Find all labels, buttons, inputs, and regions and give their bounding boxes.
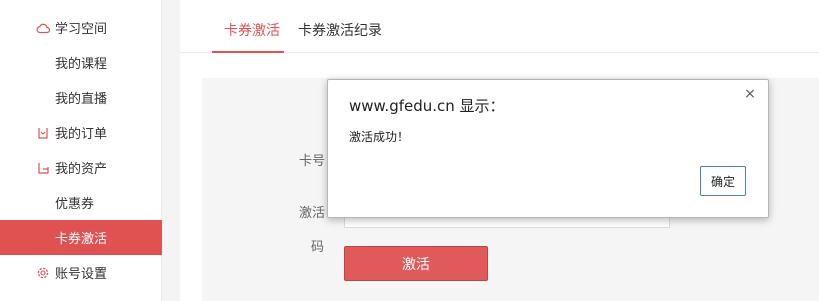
tab-bar: 卡券激活 卡券激活纪录 [180, 0, 819, 53]
dialog-title: www.gfedu.cn 显示： [349, 97, 505, 115]
tab-card-activation[interactable]: 卡券激活 [224, 20, 280, 40]
order-icon [36, 126, 50, 140]
card-number-label: 卡号 [299, 154, 326, 169]
sidebar-item-label: 卡券激活 [55, 232, 108, 247]
activation-code-label-line1: 激活 [299, 206, 326, 221]
sidebar-item-label: 我的资产 [55, 162, 108, 177]
sidebar-item-my-courses[interactable]: 我的课程 [0, 45, 162, 80]
sidebar-item-coupons[interactable]: 优惠券 [0, 185, 162, 220]
tab-activation-records[interactable]: 卡券激活纪录 [298, 20, 382, 40]
sidebar-item-my-assets[interactable]: 我的资产 [0, 150, 162, 185]
sidebar-item-card-activation[interactable]: 卡券激活 [0, 220, 162, 255]
alert-dialog: www.gfedu.cn 显示： × 激活成功！ 确定 [327, 79, 769, 218]
activate-button[interactable]: 激活 [344, 246, 488, 281]
sidebar-item-label: 我的课程 [55, 57, 108, 72]
activation-code-label-line2: 码 [311, 240, 325, 255]
ok-button[interactable]: 确定 [700, 166, 746, 196]
sidebar-item-study-space[interactable]: 学习空间 [0, 10, 162, 45]
sidebar-item-my-orders[interactable]: 我的订单 [0, 115, 162, 150]
sidebar-item-label: 我的直播 [55, 92, 108, 107]
sidebar-item-label: 账号设置 [55, 267, 108, 282]
sidebar-item-account-settings[interactable]: 账号设置 [0, 255, 162, 290]
close-icon[interactable]: × [742, 86, 758, 102]
sidebar-item-label: 优惠券 [55, 197, 95, 212]
sidebar-item-my-live[interactable]: 我的直播 [0, 80, 162, 115]
wallet-icon [36, 161, 50, 175]
sidebar-item-label: 学习空间 [55, 22, 108, 37]
dialog-message: 激活成功！ [349, 130, 410, 144]
gear-icon [36, 266, 50, 280]
sidebar: 学习空间 我的课程 我的直播 我的订单 我的资产 优惠券 卡券激活 账号设置 [0, 0, 162, 301]
active-tab-indicator [212, 51, 284, 53]
sidebar-item-label: 我的订单 [55, 127, 108, 142]
cloud-icon [36, 21, 50, 35]
